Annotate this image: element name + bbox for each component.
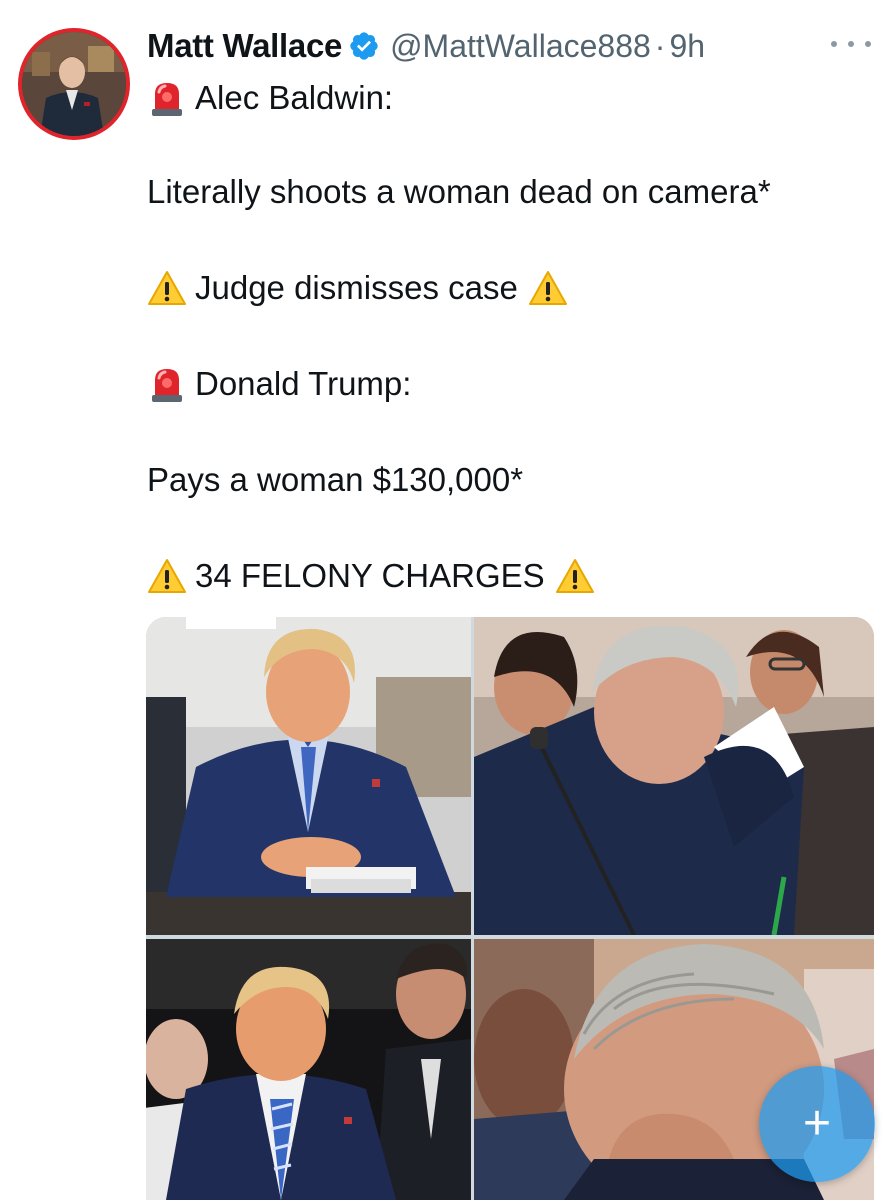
- tweet-line: Pays a woman $130,000*: [147, 458, 523, 502]
- avatar[interactable]: [18, 28, 130, 140]
- tweet-text: Donald Trump:: [195, 365, 412, 402]
- tweet-line: Judge dismisses case: [147, 266, 568, 310]
- warning-icon: [555, 556, 595, 596]
- plus-icon: +: [802, 1097, 832, 1150]
- avatar-image: [22, 32, 126, 136]
- warning-icon: [528, 268, 568, 308]
- tweet-header: Matt Wallace @MattWallace888 · 9h: [147, 24, 705, 68]
- tweet-text: Alec Baldwin:: [195, 79, 394, 116]
- tweet-text: 34 FELONY CHARGES: [195, 557, 545, 594]
- warning-icon: [147, 556, 187, 596]
- photo-trump-seated[interactable]: [146, 617, 471, 935]
- separator: ·: [654, 27, 666, 64]
- tweet-text: Judge dismisses case: [195, 269, 518, 306]
- tweet: Matt Wallace @MattWallace888 · 9h Alec B…: [0, 0, 893, 1200]
- handle[interactable]: @MattWallace888: [390, 28, 651, 65]
- tweet-text: Literally shoots a woman dead on camera*: [147, 173, 771, 210]
- rotating-light-icon: [147, 364, 187, 404]
- tweet-text: Pays a woman $130,000*: [147, 461, 524, 498]
- warning-icon: [147, 268, 187, 308]
- timestamp[interactable]: 9h: [669, 28, 705, 65]
- rotating-light-icon: [147, 78, 187, 118]
- photo-baldwin-embrace[interactable]: [474, 617, 874, 935]
- more-options-icon[interactable]: [831, 34, 871, 54]
- tweet-line: Literally shoots a woman dead on camera*: [147, 170, 771, 214]
- tweet-line: 34 FELONY CHARGES: [147, 554, 595, 598]
- photo-trump-walking[interactable]: [146, 939, 471, 1200]
- tweet-line: Alec Baldwin:: [147, 76, 393, 120]
- verified-badge-icon: [348, 30, 380, 62]
- tweet-line: Donald Trump:: [147, 362, 411, 406]
- display-name[interactable]: Matt Wallace: [147, 27, 342, 65]
- compose-button[interactable]: +: [759, 1066, 875, 1182]
